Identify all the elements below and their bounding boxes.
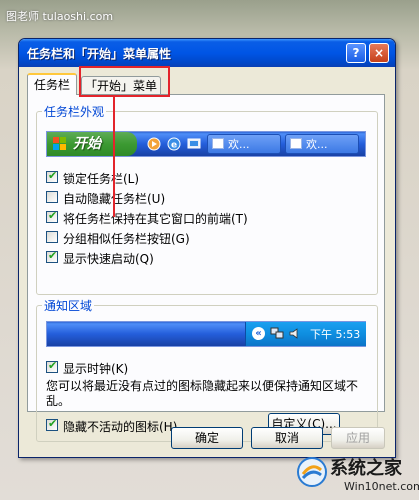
start-button-preview: 开始 [47, 132, 137, 156]
checkbox-label: 将任务栏保持在其它窗口的前端(T) [63, 212, 248, 226]
close-button[interactable]: × [369, 43, 389, 63]
windows-logo-icon [53, 137, 66, 150]
title-bar[interactable]: 任务栏和「开始」菜单属性 ? × [19, 39, 395, 67]
checkbox[interactable]: ✔ [46, 417, 58, 431]
site-logo-text: 系统之家 [330, 458, 402, 479]
cancel-button[interactable]: 取消 [251, 427, 323, 449]
window-title: 任务栏和「开始」菜单属性 [27, 47, 172, 61]
checkbox-label: 显示快速启动(Q) [63, 252, 154, 266]
checkmark-icon: ✔ [48, 209, 58, 222]
window-icon [212, 138, 224, 149]
notification-description: 您可以将最近没有点过的图标隐藏起来以便保持通知区域不乱。 [46, 379, 359, 408]
checkbox[interactable]: ✔ [46, 209, 58, 223]
annotation-pointer-line [113, 97, 115, 217]
task-button-2: 欢... [285, 134, 359, 154]
notification-area-title: 通知区域 [42, 297, 95, 314]
site-logo: 系统之家 Win10net.com [294, 452, 419, 500]
tab-panel: 任务栏外观 开始 e 欢... 欢... ✔ 锁定任务栏(L) ✔ 将任务栏保持… [27, 94, 385, 442]
volume-icon [289, 328, 298, 339]
system-tray-preview: « 下午 5:53 [245, 322, 366, 346]
properties-dialog: 任务栏和「开始」菜单属性 ? × 任务栏 「开始」菜单 任务栏外观 开始 e 欢… [18, 38, 396, 458]
annotation-highlight-box [79, 66, 170, 97]
site-logo-url: Win10net.com [344, 480, 419, 493]
ok-button[interactable]: 确定 [171, 427, 243, 449]
checkbox-label: 分组相似任务栏按钮(G) [63, 232, 190, 246]
tab-taskbar[interactable]: 任务栏 [27, 73, 77, 95]
internet-explorer-icon: e [167, 137, 181, 151]
help-button[interactable]: ? [346, 43, 366, 63]
checkmark-icon: ✔ [48, 169, 58, 182]
checkbox-label: 锁定任务栏(L) [63, 172, 140, 186]
checkmark-icon: ✔ [48, 417, 58, 430]
media-player-icon [147, 137, 161, 151]
checkbox[interactable]: ✔ [46, 359, 58, 373]
network-icon [270, 327, 284, 339]
checkbox[interactable]: ✔ [46, 169, 58, 183]
checkbox[interactable] [46, 231, 58, 243]
taskbar-preview: 开始 e 欢... 欢... [46, 131, 366, 157]
apply-button[interactable]: 应用 [331, 427, 385, 449]
task-button-label: 欢... [228, 138, 250, 151]
window-icon [290, 138, 302, 149]
expand-tray-icon: « [252, 327, 265, 340]
clock-preview: 下午 5:53 [310, 328, 361, 341]
svg-text:e: e [171, 141, 177, 151]
task-button-label: 欢... [306, 138, 328, 151]
checkbox[interactable] [46, 191, 58, 203]
site-logo-icon [297, 457, 327, 487]
checkbox-label: 隐藏不活动的图标(H) [63, 420, 178, 434]
taskbar-appearance-title: 任务栏外观 [42, 103, 107, 120]
screenshot: 图老师 tulaoshi.com 任务栏和「开始」菜单属性 ? × 任务栏 「开… [0, 0, 419, 500]
checkbox[interactable]: ✔ [46, 249, 58, 263]
checkmark-icon: ✔ [48, 249, 58, 262]
task-button-1: 欢... [207, 134, 281, 154]
checkmark-icon: ✔ [48, 359, 58, 372]
watermark-top: 图老师 tulaoshi.com [6, 10, 114, 23]
start-label: 开始 [73, 136, 101, 152]
notification-preview: « 下午 5:53 [46, 321, 366, 347]
checkbox-label: 显示时钟(K) [63, 362, 129, 376]
show-desktop-icon [187, 138, 201, 149]
